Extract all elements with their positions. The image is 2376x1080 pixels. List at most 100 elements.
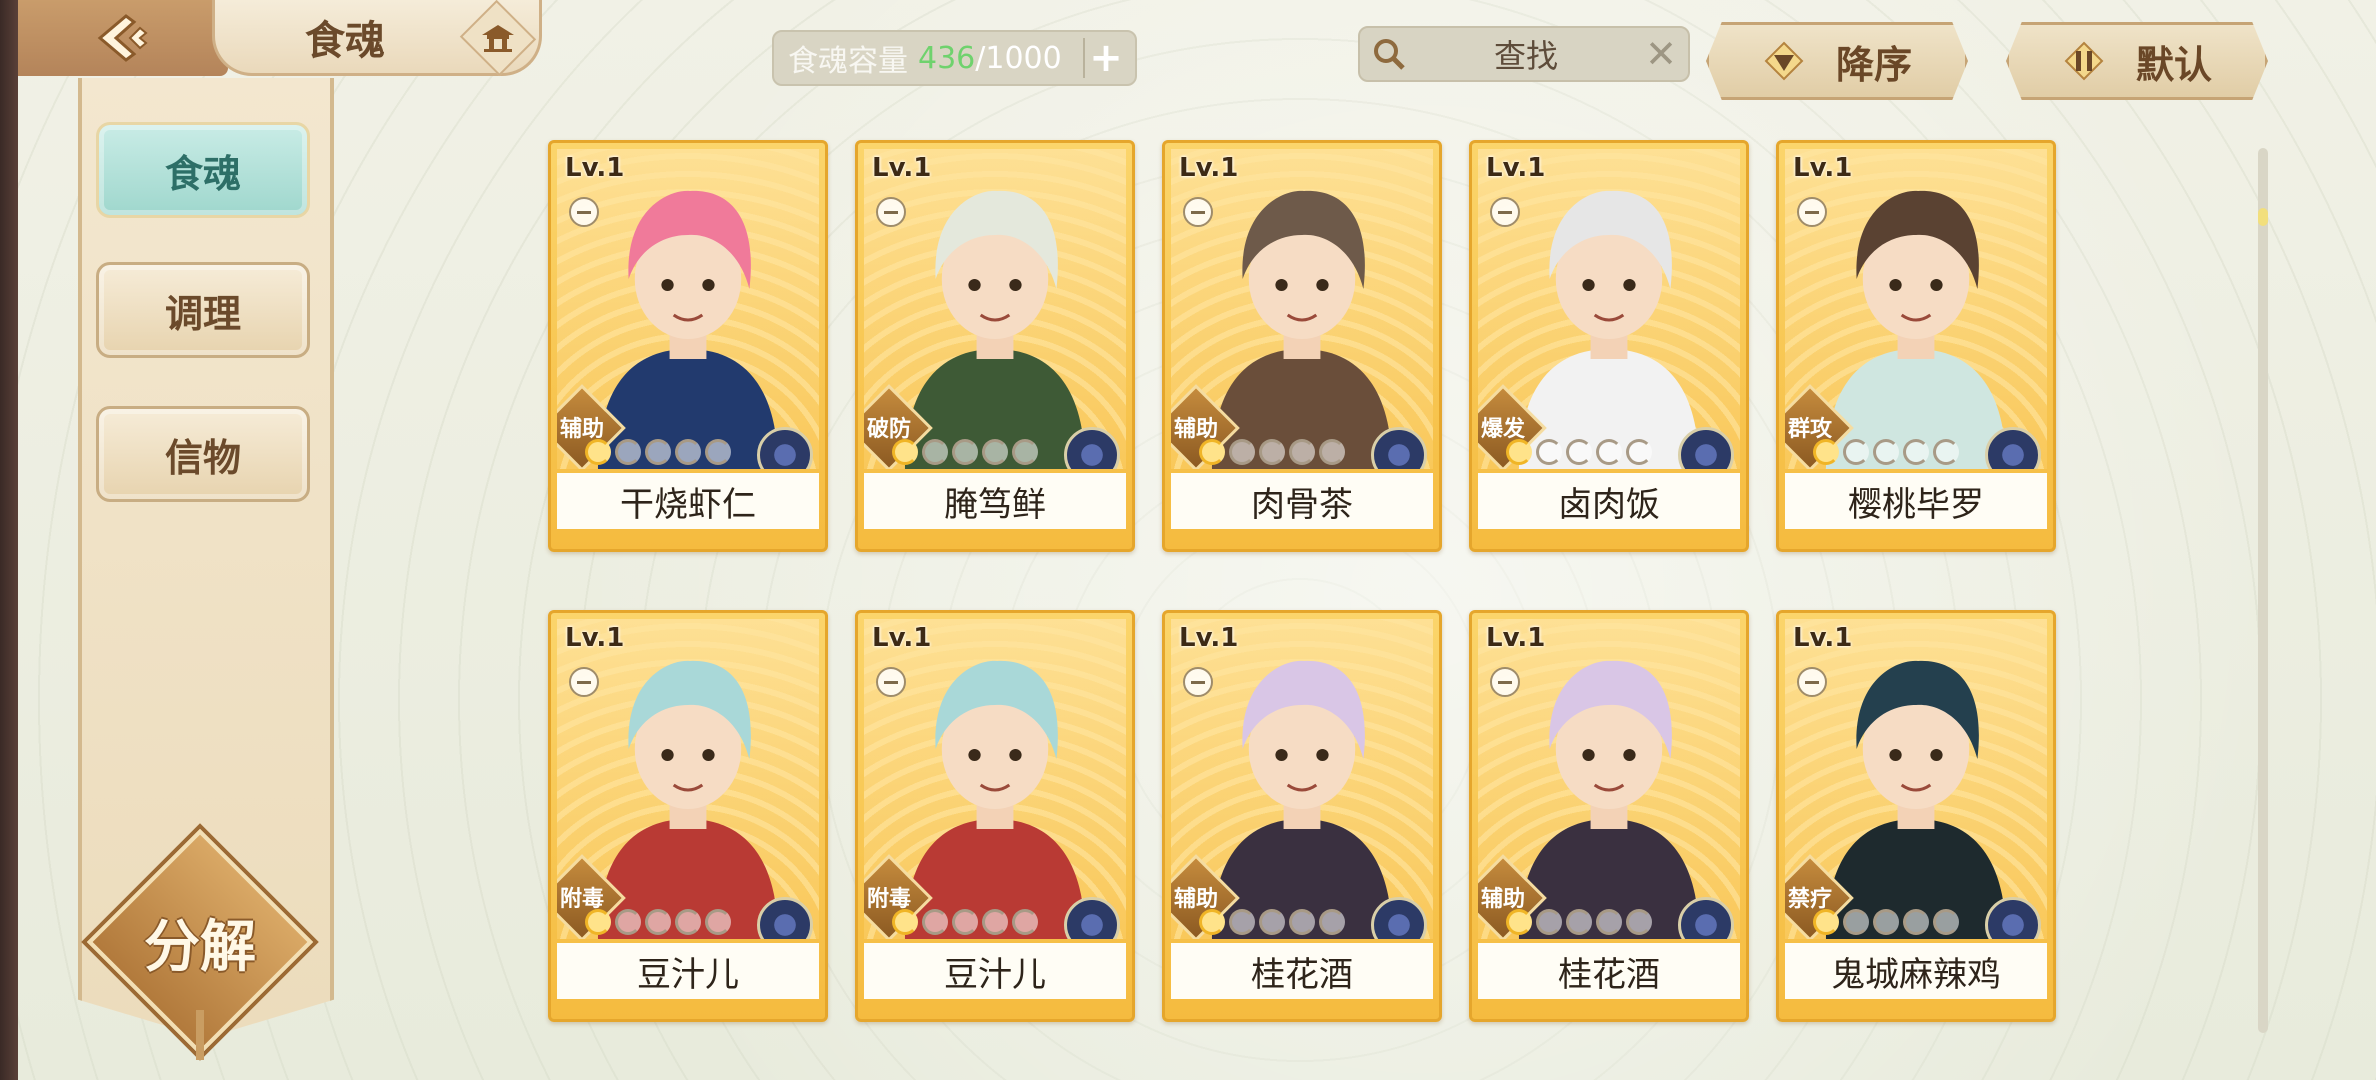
food-soul-card[interactable]: Lv.1 破防 腌笃鲜 [855, 140, 1135, 552]
star-icon [1626, 439, 1652, 465]
star-rating [585, 909, 731, 935]
card-name: 豆汁儿 [864, 943, 1126, 999]
star-icon [645, 439, 671, 465]
close-icon[interactable]: ✕ [1634, 32, 1688, 76]
star-icon [705, 909, 731, 935]
tab-food-soul[interactable]: 食魂 [96, 122, 310, 218]
star-icon [1199, 439, 1225, 465]
lock-icon[interactable] [1183, 667, 1213, 697]
capacity-label: 食魂容量 [788, 44, 908, 79]
card-portrait-frame: Lv.1 辅助 [1171, 619, 1433, 939]
lock-icon[interactable] [569, 197, 599, 227]
lock-icon[interactable] [1183, 197, 1213, 227]
star-icon [1229, 439, 1255, 465]
lock-icon[interactable] [569, 667, 599, 697]
star-rating [1506, 439, 1652, 465]
scrollbar[interactable] [2258, 148, 2268, 1033]
star-icon [615, 439, 641, 465]
capacity-display: 食魂容量 436 /1000 + [772, 30, 1137, 86]
star-icon [892, 439, 918, 465]
food-soul-card[interactable]: Lv.1 辅助 干烧虾仁 [548, 140, 828, 552]
star-icon [675, 909, 701, 935]
star-icon [1843, 439, 1869, 465]
star-icon [1843, 909, 1869, 935]
level-label: Lv.1 [1179, 153, 1239, 183]
card-name: 桂花酒 [1171, 943, 1433, 999]
tab-cooking[interactable]: 调理 [96, 262, 310, 358]
lock-icon[interactable] [1797, 197, 1827, 227]
star-rating [892, 909, 1038, 935]
decompose-label[interactable]: 分解 [120, 902, 280, 983]
card-portrait-frame: Lv.1 附毒 [557, 619, 819, 939]
tab-token[interactable]: 信物 [96, 406, 310, 502]
back-button[interactable] [18, 0, 228, 76]
star-rating [892, 439, 1038, 465]
lock-icon[interactable] [876, 667, 906, 697]
star-rating [1199, 439, 1345, 465]
star-icon [922, 909, 948, 935]
star-icon [922, 439, 948, 465]
lock-icon[interactable] [1797, 667, 1827, 697]
star-icon [1199, 909, 1225, 935]
food-soul-card[interactable]: Lv.1 爆发 卤肉饭 [1469, 140, 1749, 552]
star-icon [1626, 909, 1652, 935]
food-soul-card[interactable]: Lv.1 群攻 樱桃毕罗 [1776, 140, 2056, 552]
lock-icon[interactable] [876, 197, 906, 227]
star-icon [1566, 439, 1592, 465]
star-icon [1813, 909, 1839, 935]
level-label: Lv.1 [1486, 623, 1546, 653]
card-name: 鬼城麻辣鸡 [1785, 943, 2047, 999]
star-icon [1012, 909, 1038, 935]
food-soul-card[interactable]: Lv.1 附毒 豆汁儿 [548, 610, 828, 1022]
search-input[interactable]: 查找 [1418, 31, 1634, 77]
star-icon [1903, 439, 1929, 465]
search-box[interactable]: 查找 ✕ [1358, 26, 1690, 82]
food-soul-card[interactable]: Lv.1 辅助 桂花酒 [1162, 610, 1442, 1022]
star-icon [1289, 439, 1315, 465]
card-portrait-frame: Lv.1 附毒 [864, 619, 1126, 939]
card-name: 桂花酒 [1478, 943, 1740, 999]
star-icon [675, 439, 701, 465]
star-icon [1506, 909, 1532, 935]
food-soul-card[interactable]: Lv.1 辅助 桂花酒 [1469, 610, 1749, 1022]
star-icon [645, 909, 671, 935]
filter-button[interactable]: 默认 [2006, 22, 2268, 100]
food-soul-card[interactable]: Lv.1 禁疗 鬼城麻辣鸡 [1776, 610, 2056, 1022]
card-name: 干烧虾仁 [557, 473, 819, 529]
star-icon [1873, 439, 1899, 465]
star-icon [1506, 439, 1532, 465]
home-icon [482, 25, 514, 52]
star-icon [585, 439, 611, 465]
star-icon [1536, 909, 1562, 935]
food-soul-card[interactable]: Lv.1 附毒 豆汁儿 [855, 610, 1135, 1022]
lock-icon[interactable] [1490, 197, 1520, 227]
card-portrait-frame: Lv.1 禁疗 [1785, 619, 2047, 939]
star-icon [1933, 909, 1959, 935]
card-portrait-frame: Lv.1 破防 [864, 149, 1126, 469]
star-icon [1596, 909, 1622, 935]
card-name: 腌笃鲜 [864, 473, 1126, 529]
card-name: 豆汁儿 [557, 943, 819, 999]
filter-icon [2062, 39, 2106, 83]
star-icon [1319, 909, 1345, 935]
card-portrait-frame: Lv.1 辅助 [557, 149, 819, 469]
star-icon [1536, 439, 1562, 465]
tassel-decoration [196, 1010, 204, 1060]
star-icon [952, 909, 978, 935]
capacity-max: /1000 [975, 40, 1062, 76]
scroll-thumb[interactable] [2258, 208, 2268, 226]
star-icon [1873, 909, 1899, 935]
back-icon [97, 14, 148, 62]
star-icon [1259, 439, 1285, 465]
lock-icon[interactable] [1490, 667, 1520, 697]
star-icon [1813, 439, 1839, 465]
add-capacity-button[interactable]: + [1083, 35, 1127, 81]
card-portrait-frame: Lv.1 辅助 [1171, 149, 1433, 469]
star-icon [1933, 439, 1959, 465]
star-rating [1813, 439, 1959, 465]
food-soul-card[interactable]: Lv.1 辅助 肉骨茶 [1162, 140, 1442, 552]
card-name: 樱桃毕罗 [1785, 473, 2047, 529]
level-label: Lv.1 [872, 623, 932, 653]
sort-label: 降序 [1835, 42, 1912, 87]
sort-button[interactable]: 降序 [1706, 22, 1968, 100]
